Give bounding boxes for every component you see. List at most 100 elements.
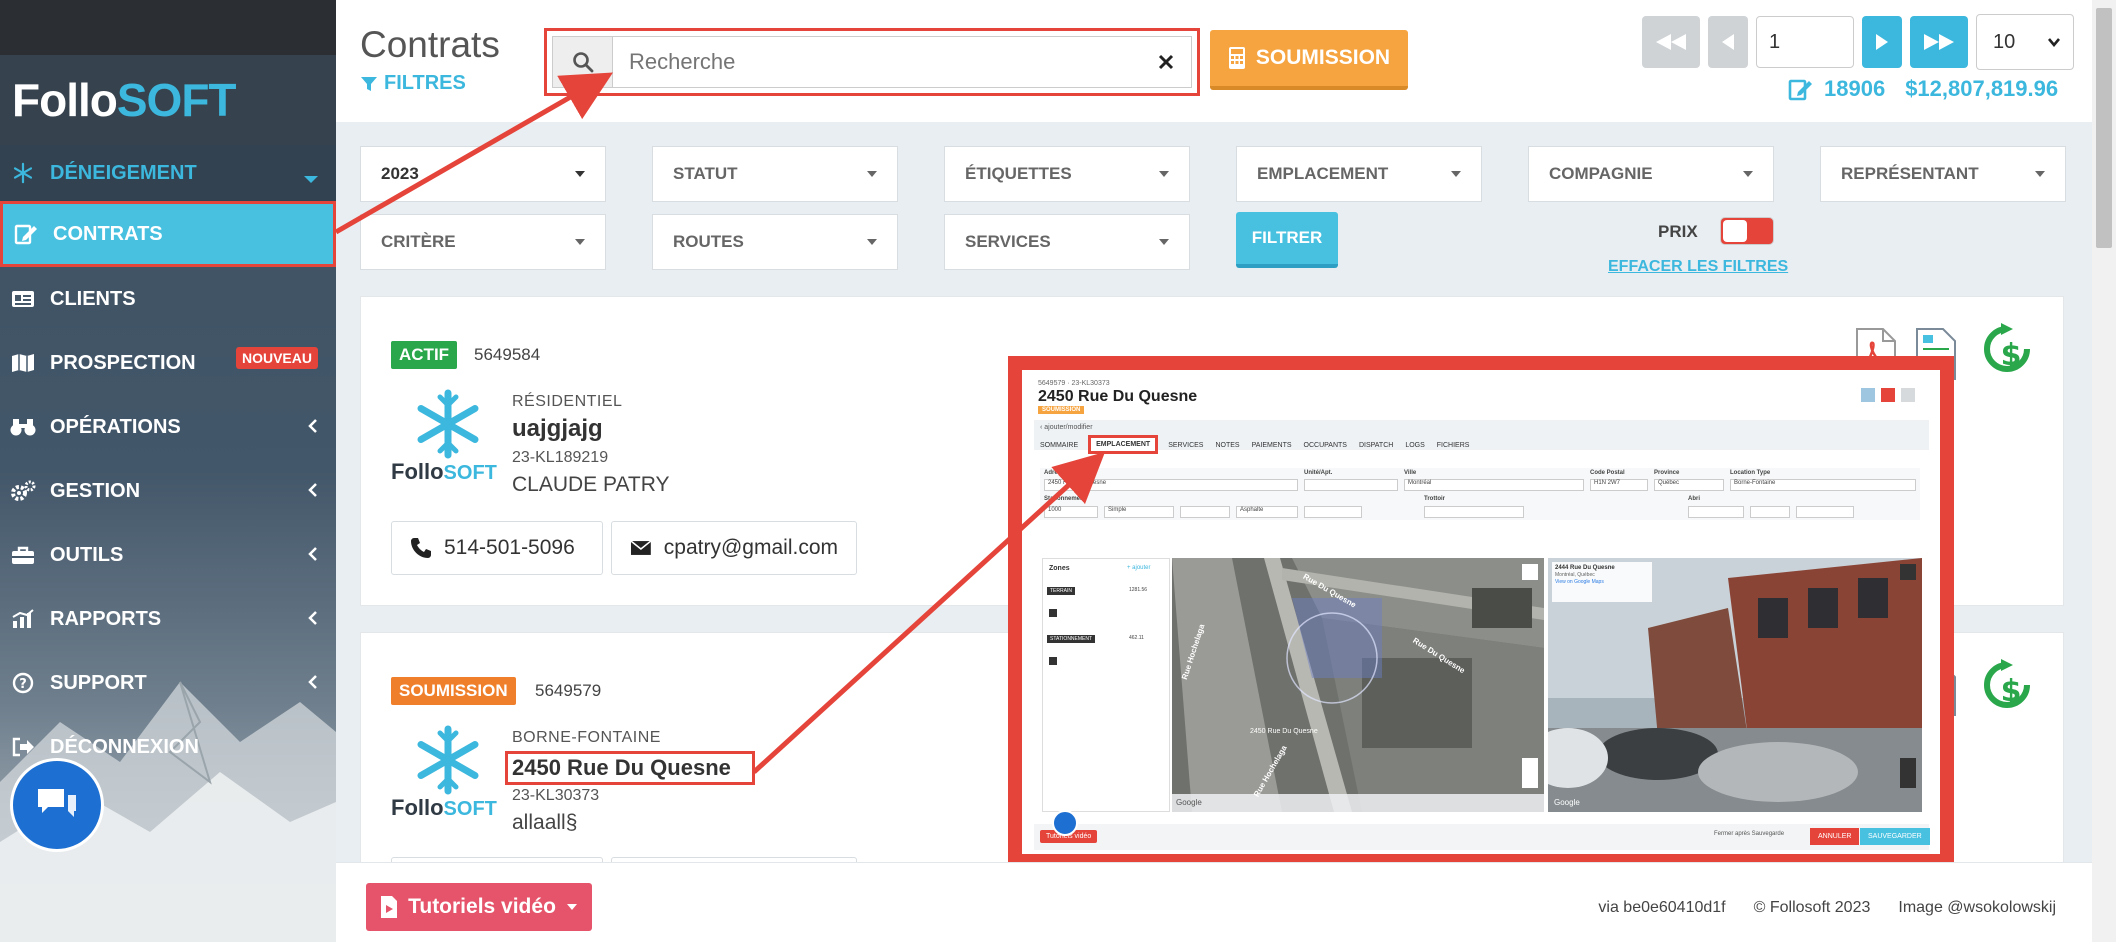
field-espaces[interactable] [1180, 506, 1230, 518]
prev-page-button[interactable] [1708, 16, 1748, 68]
first-page-button[interactable] [1642, 16, 1700, 68]
tab-logs[interactable]: LOGS [1403, 439, 1426, 454]
page-footer: Tutoriels vidéo via be0e60410d1f © Follo… [336, 862, 2092, 942]
preview-tabs: SOMMAIRE EMPLACEMENT SERVICES NOTES PAIE… [1038, 435, 1472, 454]
page-scrollbar[interactable] [2092, 0, 2116, 942]
renew-dollar-icon[interactable]: $ [1981, 323, 2033, 379]
satellite-map[interactable]: Rue Hochelaga Rue Du Quesne Rue Hochelag… [1172, 558, 1544, 812]
sidebar-item-deneigement[interactable]: DÉNEIGEMENT [0, 145, 336, 201]
sidebar-item-label: SUPPORT [50, 671, 147, 694]
field-code-postal[interactable]: H1N 2W7 [1590, 479, 1648, 491]
soumission-button[interactable]: SOUMISSION [1210, 30, 1408, 90]
field-adresse[interactable]: 2450 Rue Du Quesne [1044, 479, 1298, 491]
preview-pdf-icon[interactable] [1881, 388, 1895, 402]
zoom-control[interactable] [1900, 758, 1916, 788]
pencil-icon[interactable] [1049, 609, 1057, 617]
emplacement-select[interactable]: EMPLACEMENT [1236, 146, 1482, 202]
sidebar-item-operations[interactable]: OPÉRATIONS [0, 395, 336, 459]
tab-notes[interactable]: NOTES [1213, 439, 1241, 454]
field-unite[interactable] [1304, 479, 1398, 491]
routes-select[interactable]: ROUTES [652, 214, 898, 270]
sidebar-item-outils[interactable]: OUTILS [0, 523, 336, 587]
annuler-button[interactable]: ANNULER [1810, 828, 1860, 845]
phone-button[interactable]: 514-501-5096 [391, 521, 603, 575]
tutoriels-button[interactable]: Tutoriels vidéo [366, 883, 592, 931]
contract-name[interactable]: uajgjajg [512, 415, 603, 443]
year-select[interactable]: 2023 [360, 146, 606, 202]
sidebar-item-gestion[interactable]: GESTION [0, 459, 336, 523]
map-image [1172, 558, 1544, 812]
services-select[interactable]: SERVICES [944, 214, 1190, 270]
clear-search-button[interactable] [1141, 53, 1191, 71]
calculator-icon [1228, 47, 1245, 69]
tab-dispatch[interactable]: DISPATCH [1357, 439, 1395, 454]
field-trottoir[interactable] [1424, 506, 1524, 518]
sidebar-item-clients[interactable]: CLIENTS [0, 267, 336, 331]
etiquettes-select[interactable]: ÉTIQUETTES [944, 146, 1190, 202]
tab-occupants[interactable]: OCCUPANTS [1302, 439, 1349, 454]
scrollbar-thumb[interactable] [2096, 8, 2112, 248]
critere-select[interactable]: CRITÈRE [360, 214, 606, 270]
filtrer-button[interactable]: FILTRER [1236, 212, 1338, 268]
tab-services[interactable]: SERVICES [1166, 439, 1205, 454]
field-province[interactable]: Québec [1654, 479, 1724, 491]
preview-mail-icon[interactable] [1861, 388, 1875, 402]
representant-select[interactable]: REPRÉSENTANT [1820, 146, 2066, 202]
tab-fichiers[interactable]: FICHIERS [1435, 439, 1472, 454]
tab-emplacement[interactable]: EMPLACEMENT [1088, 435, 1159, 454]
chat-button[interactable] [10, 758, 104, 852]
google-logo: Google [1176, 798, 1202, 807]
sidebar-item-prospection[interactable]: PROSPECTION NOUVEAU [0, 331, 336, 395]
field-abri-largeur[interactable] [1688, 506, 1744, 518]
field-superficie[interactable]: 1000 [1044, 506, 1098, 518]
field-pente[interactable] [1304, 506, 1362, 518]
keep-after-save-toggle[interactable]: Fermer après Sauvegarde [1714, 831, 1784, 837]
sauvegarder-button[interactable]: SAUVEGARDER [1860, 828, 1930, 845]
logo[interactable]: FolloSOFT [0, 55, 336, 145]
select-label: SERVICES [965, 232, 1051, 251]
field-largeur[interactable]: Simple [1104, 506, 1174, 518]
compagnie-select[interactable]: COMPAGNIE [1528, 146, 1774, 202]
select-label: CRITÈRE [381, 232, 456, 251]
add-zone-link[interactable]: + ajouter [1127, 565, 1151, 571]
preview-footer [1034, 824, 1929, 850]
email-button[interactable]: cpatry@gmail.com [611, 521, 857, 575]
tab-sommaire[interactable]: SOMMAIRE [1038, 439, 1080, 454]
fullscreen-icon[interactable] [1900, 564, 1916, 580]
renew-dollar-icon[interactable]: $ [1981, 659, 2033, 715]
search-input[interactable] [613, 37, 1141, 87]
zone-size: 1281.56 [1129, 587, 1148, 593]
caret-down-icon [1159, 171, 1169, 177]
filters-toggle[interactable]: FILTRES [360, 72, 466, 95]
zoom-control[interactable] [1522, 758, 1538, 788]
street-view[interactable]: 2444 Rue Du Quesne Montréal, Québec View… [1548, 558, 1922, 812]
fullscreen-icon[interactable] [1522, 564, 1538, 580]
field-location-type[interactable]: Borne-Fontaine [1730, 479, 1916, 491]
caret-down-icon [1743, 171, 1753, 177]
google-maps-link[interactable]: View on Google Maps [1552, 579, 1652, 585]
last-page-button[interactable] [1910, 16, 1968, 68]
clear-filters-link[interactable]: EFFACER LES FILTRES [1608, 258, 1788, 276]
contract-name[interactable]: 2450 Rue Du Quesne [512, 755, 731, 781]
sidebar-item-rapports[interactable]: RAPPORTS [0, 587, 336, 651]
pencil-icon[interactable] [1049, 657, 1057, 665]
client-name[interactable]: CLAUDE PATRY [512, 473, 670, 497]
field-abri-espaces[interactable] [1750, 506, 1790, 518]
tab-paiements[interactable]: PAIEMENTS [1250, 439, 1294, 454]
page-number-input[interactable]: 1 [1756, 16, 1854, 68]
field-ville[interactable]: Montréal [1404, 479, 1584, 491]
field-abri-distance[interactable] [1796, 506, 1854, 518]
next-page-button[interactable] [1862, 16, 1902, 68]
search-button[interactable] [553, 37, 613, 87]
sidebar-item-contrats[interactable]: CONTRATS [0, 201, 336, 267]
statut-select[interactable]: STATUT [652, 146, 898, 202]
sidebar-item-support[interactable]: ? SUPPORT [0, 651, 336, 715]
field-surface[interactable]: Asphalte [1236, 506, 1298, 518]
caret-down-icon [575, 171, 585, 177]
per-page-select[interactable]: 10 [1976, 14, 2074, 70]
logo-follo: Follo [391, 795, 444, 820]
preview-doc-icon[interactable] [1901, 388, 1915, 402]
preview-back-link[interactable]: ‹ ajouter/modifier [1040, 424, 1093, 431]
client-name[interactable]: allaall§ [512, 811, 577, 835]
prix-toggle[interactable] [1720, 217, 1774, 245]
